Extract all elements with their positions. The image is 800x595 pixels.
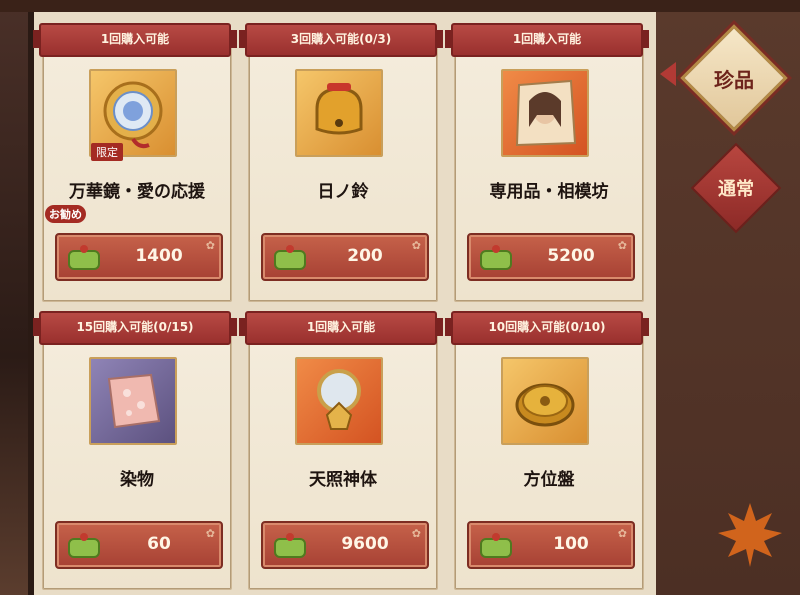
flower-decoration-icon: ✿ — [205, 527, 215, 540]
shop-card[interactable]: 15回購入可能(0/15) 染物 60 ✿ — [33, 311, 237, 590]
flower-decoration-icon: ✿ — [411, 239, 421, 252]
green-coin-pouch-icon — [274, 533, 306, 558]
purchase-limit-label: 1回購入可能 — [239, 311, 443, 345]
price-label: 60 — [147, 534, 171, 554]
flower-decoration-icon: ✿ — [205, 239, 215, 252]
shop-card[interactable]: 10回購入可能(0/10) 方位盤 100 ✿ — [445, 311, 649, 590]
item-name: 天照神体 — [309, 470, 377, 490]
item-name: 専用品・相模坊 — [489, 182, 609, 202]
green-coin-pouch-icon — [480, 245, 512, 270]
shop-card[interactable]: 1回購入可能 天照神体 9600 ✿ — [239, 311, 443, 590]
purchase-limit-label: 3回購入可能(0/3) — [239, 23, 443, 57]
buy-button[interactable]: 60 ✿ — [55, 521, 223, 569]
buy-button[interactable]: 200 ✿ — [261, 233, 429, 281]
purchase-limit-label: 1回購入可能 — [33, 23, 237, 57]
green-coin-pouch-icon — [68, 245, 100, 270]
item-image-frame[interactable] — [501, 69, 589, 157]
price-label: 100 — [553, 534, 589, 554]
green-coin-pouch-icon — [480, 533, 512, 558]
flower-decoration-icon: ✿ — [617, 239, 627, 252]
tab-rare-items-label: 珍品 — [714, 67, 754, 92]
buy-button[interactable]: 100 ✿ — [467, 521, 635, 569]
portrait-card-icon — [515, 79, 577, 147]
dyed-cloth-icon — [107, 373, 161, 429]
sacred-mirror-icon — [317, 369, 361, 430]
buy-button[interactable]: 5200 ✿ — [467, 233, 635, 281]
item-name: 方位盤 — [523, 470, 575, 490]
purchase-limit-label: 10回購入可能(0/10) — [445, 311, 649, 345]
item-image-frame[interactable]: 限定 — [89, 69, 177, 161]
purchase-limit-label: 1回購入可能 — [445, 23, 649, 57]
item-image-frame[interactable] — [501, 357, 589, 445]
item-image-frame[interactable] — [295, 357, 383, 445]
flower-decoration-icon: ✿ — [617, 527, 627, 540]
active-tab-arrow-icon — [660, 62, 676, 86]
top-strip — [0, 0, 800, 12]
compass-disc-icon — [515, 383, 575, 427]
shop-card[interactable]: 1回購入可能 専用品・相模坊 5200 ✿ — [445, 23, 649, 302]
item-name: 日ノ鈴 — [317, 182, 369, 202]
purchase-limit-label: 15回購入可能(0/15) — [33, 311, 237, 345]
shop-card[interactable]: 3回購入可能(0/3) 日ノ鈴 200 ✿ — [239, 23, 443, 302]
recommend-badge: お勧め — [45, 205, 86, 223]
shop-card[interactable]: 1回購入可能 限定 万華鏡・愛の応援 お勧め 1400 ✿ — [33, 23, 237, 302]
green-coin-pouch-icon — [68, 533, 100, 558]
buy-button[interactable]: 1400 ✿ — [55, 233, 223, 281]
flower-decoration-icon: ✿ — [411, 527, 421, 540]
item-name: 万華鏡・愛の応援 — [69, 182, 205, 202]
golden-bell-icon — [315, 83, 363, 135]
price-label: 1400 — [135, 246, 183, 266]
price-label: 5200 — [547, 246, 595, 266]
maple-leaf-decoration-icon — [718, 503, 782, 567]
item-image-frame[interactable] — [295, 69, 383, 157]
shop-panel: 1回購入可能 限定 万華鏡・愛の応援 お勧め 1400 ✿ 3回購入可能(0/3… — [28, 12, 656, 595]
item-name: 染物 — [120, 470, 154, 490]
item-image-frame[interactable] — [89, 357, 177, 445]
price-label: 9600 — [341, 534, 389, 554]
green-coin-pouch-icon — [274, 245, 306, 270]
limited-badge: 限定 — [91, 143, 123, 161]
buy-button[interactable]: 9600 ✿ — [261, 521, 429, 569]
tab-normal-items-label: 通常 — [718, 179, 754, 200]
price-label: 200 — [347, 246, 383, 266]
